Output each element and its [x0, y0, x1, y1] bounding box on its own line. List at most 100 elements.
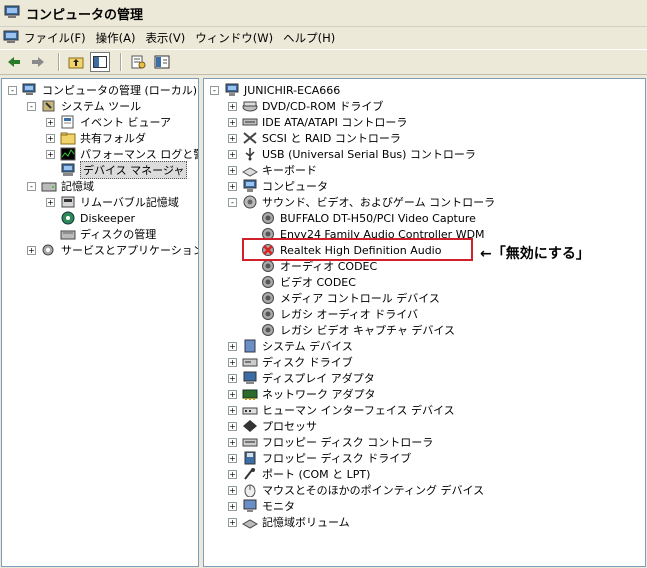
- device-tree-item-row[interactable]: + プロセッサ: [228, 418, 317, 434]
- computer-manage-icon: [22, 83, 38, 97]
- collapse-toggle-icon[interactable]: -: [8, 85, 17, 95]
- expand-toggle-icon[interactable]: +: [27, 245, 36, 255]
- processor-icon: [242, 419, 258, 433]
- device-tree-item-row[interactable]: メディア コントロール デバイス: [246, 290, 440, 306]
- expand-toggle-icon[interactable]: +: [228, 405, 237, 415]
- menu-bar: ファイル(F) 操作(A) 表示(V) ウィンドウ(W) ヘルプ(H): [0, 28, 647, 48]
- dvd-icon: [242, 99, 258, 113]
- annotation-highlight-box: [242, 238, 473, 261]
- console-tree-item-row[interactable]: ディスクの管理: [46, 226, 156, 242]
- show-hide-tree-icon[interactable]: [90, 52, 110, 72]
- expand-toggle-icon[interactable]: +: [46, 149, 55, 159]
- console-tree-item-label: システム ツール: [61, 100, 142, 113]
- device-tree-item-row[interactable]: ビデオ CODEC: [246, 274, 356, 290]
- expand-toggle-icon[interactable]: +: [228, 437, 237, 447]
- expand-toggle-icon[interactable]: +: [46, 117, 55, 127]
- console-tree-item-row[interactable]: + パフォーマンス ログと警告: [46, 146, 198, 162]
- device-tree-item-row[interactable]: + ネットワーク アダプタ: [228, 386, 376, 402]
- device-tree-item-row[interactable]: + ディスプレイ アダプタ: [228, 370, 375, 386]
- expand-toggle-icon[interactable]: +: [46, 197, 55, 207]
- device-tree-item-row[interactable]: + 記憶域ボリューム: [228, 514, 350, 530]
- device-tree-item-row[interactable]: BUFFALO DT-H50/PCI Video Capture: [246, 210, 476, 226]
- console-tree-item-row[interactable]: - システム ツール: [27, 98, 141, 114]
- menu-window[interactable]: ウィンドウ(W): [190, 30, 278, 46]
- device-tree-item-row[interactable]: - JUNICHIR-ECA666: [210, 82, 340, 98]
- forward-arrow-icon[interactable]: [28, 52, 48, 72]
- menu-help[interactable]: ヘルプ(H): [278, 30, 340, 46]
- device-tree-item-label: IDE ATA/ATAPI コントローラ: [262, 116, 408, 129]
- expand-toggle-icon[interactable]: +: [228, 501, 237, 511]
- collapse-toggle-icon[interactable]: -: [27, 181, 36, 191]
- menu-action[interactable]: 操作(A): [91, 30, 141, 46]
- expand-toggle-icon[interactable]: +: [228, 341, 237, 351]
- diskeeper-icon: [60, 211, 76, 225]
- device-tree-item-row[interactable]: + マウスとそのほかのポインティング デバイス: [228, 482, 484, 498]
- services-icon: [41, 243, 57, 257]
- console-tree-item-row[interactable]: + サービスとアプリケーション: [27, 242, 198, 258]
- expand-toggle-icon[interactable]: +: [228, 133, 237, 143]
- menu-file[interactable]: ファイル(F): [19, 30, 91, 46]
- expand-toggle-icon[interactable]: +: [228, 117, 237, 127]
- device-tree-item-row[interactable]: + USB (Universal Serial Bus) コントローラ: [228, 146, 476, 162]
- device-tree-item-row[interactable]: + コンピュータ: [228, 178, 328, 194]
- help-pane-icon[interactable]: [152, 52, 172, 72]
- console-tree-item-row[interactable]: - コンピュータの管理 (ローカル): [8, 82, 197, 98]
- toolbar-separator: [120, 53, 122, 71]
- menu-view[interactable]: 表示(V): [140, 30, 190, 46]
- computer-icon: [242, 179, 258, 193]
- expand-toggle-icon[interactable]: +: [228, 357, 237, 367]
- device-tree-item-label: コンピュータ: [262, 180, 328, 193]
- console-tree-pane[interactable]: - コンピュータの管理 (ローカル) - システム ツール + イベント ビューア + 共有フ…: [1, 78, 199, 567]
- expand-toggle-icon[interactable]: +: [228, 517, 237, 527]
- device-tree-item-row[interactable]: + SCSI と RAID コントローラ: [228, 130, 401, 146]
- toolbar: [0, 49, 647, 75]
- expand-toggle-icon[interactable]: +: [228, 181, 237, 191]
- expand-toggle-icon[interactable]: +: [228, 165, 237, 175]
- console-tree-item-row[interactable]: + 共有フォルダ: [46, 130, 146, 146]
- device-tree-item-label: キーボード: [262, 164, 317, 177]
- device-tree-item-row[interactable]: + IDE ATA/ATAPI コントローラ: [228, 114, 407, 130]
- device-tree-item-row[interactable]: - サウンド、ビデオ、およびゲーム コントローラ: [228, 194, 495, 210]
- expand-toggle-icon[interactable]: +: [228, 149, 237, 159]
- device-manager-icon: [60, 163, 76, 177]
- expand-toggle-icon[interactable]: +: [46, 133, 55, 143]
- expand-toggle-icon[interactable]: +: [228, 469, 237, 479]
- device-tree-item-row[interactable]: + モニタ: [228, 498, 295, 514]
- device-tree-item-row[interactable]: レガシ オーディオ ドライバ: [246, 306, 418, 322]
- device-tree-item-row[interactable]: + DVD/CD-ROM ドライブ: [228, 98, 383, 114]
- collapse-toggle-icon[interactable]: -: [27, 101, 36, 111]
- expand-toggle-icon[interactable]: +: [228, 485, 237, 495]
- device-tree-item-label: BUFFALO DT-H50/PCI Video Capture: [280, 211, 476, 225]
- collapse-toggle-icon[interactable]: -: [228, 197, 237, 207]
- device-tree-item-row[interactable]: + ポート (COM と LPT): [228, 466, 370, 482]
- console-tree-item-row[interactable]: Diskeeper: [46, 210, 135, 226]
- up-folder-icon[interactable]: [66, 52, 86, 72]
- expand-toggle-icon[interactable]: +: [228, 453, 237, 463]
- back-arrow-icon[interactable]: [4, 52, 24, 72]
- system-device-icon: [242, 339, 258, 353]
- device-tree-item-row[interactable]: + フロッピー ディスク コントローラ: [228, 434, 433, 450]
- device-tree-item-row[interactable]: + ヒューマン インターフェイス デバイス: [228, 402, 455, 418]
- tools-icon: [41, 99, 57, 113]
- expand-toggle-icon[interactable]: +: [228, 373, 237, 383]
- properties-icon[interactable]: [128, 52, 148, 72]
- device-tree-item-row[interactable]: + ディスク ドライブ: [228, 354, 353, 370]
- device-tree-item-label: 記憶域ボリューム: [262, 516, 350, 529]
- menu-app-icon[interactable]: [3, 30, 19, 47]
- device-tree-item-label: ヒューマン インターフェイス デバイス: [262, 404, 455, 417]
- device-tree-item-row[interactable]: + フロッピー ディスク ドライブ: [228, 450, 411, 466]
- console-tree-item-row[interactable]: + イベント ビューア: [46, 114, 171, 130]
- device-tree-pane[interactable]: - JUNICHIR-ECA666 + DVD/CD-ROM ドライブ + IDE ATA…: [203, 78, 646, 567]
- device-tree-item-row[interactable]: + システム デバイス: [228, 338, 353, 354]
- expand-toggle-icon[interactable]: +: [228, 389, 237, 399]
- expand-toggle-icon[interactable]: +: [228, 101, 237, 111]
- console-tree-item-row[interactable]: - 記憶域: [27, 178, 94, 194]
- expand-toggle-icon[interactable]: +: [228, 421, 237, 431]
- device-tree-item-row[interactable]: + キーボード: [228, 162, 317, 178]
- console-tree-item-row[interactable]: デバイス マネージャ: [46, 161, 188, 179]
- device-tree-item-row[interactable]: レガシ ビデオ キャプチャ デバイス: [246, 322, 455, 338]
- device-tree-item-label: ビデオ CODEC: [280, 276, 356, 289]
- console-tree-item-row[interactable]: + リムーバブル記憶域: [46, 194, 179, 210]
- collapse-toggle-icon[interactable]: -: [210, 85, 219, 95]
- console-tree-item-label: デバイス マネージャ: [80, 161, 188, 179]
